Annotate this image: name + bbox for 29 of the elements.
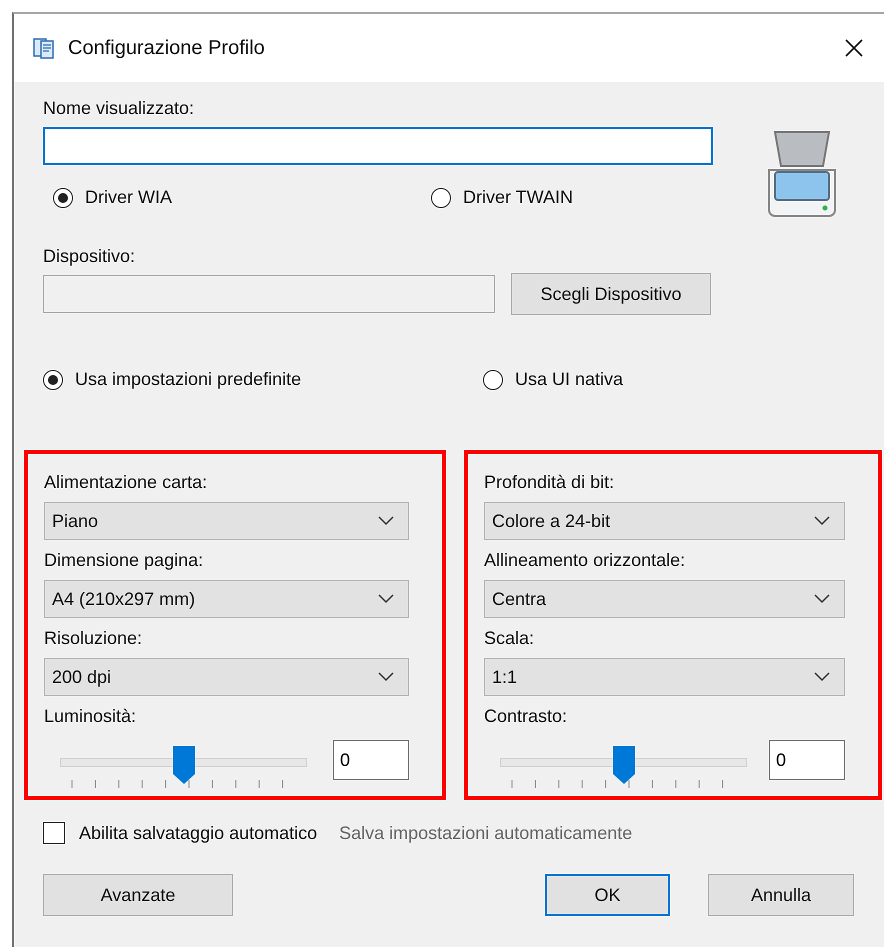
field-label: Dimensione pagina: — [44, 550, 204, 572]
field-label: Dispositivo: — [43, 246, 136, 267]
field-label: Contrasto: — [484, 706, 568, 728]
radio-option[interactable]: Usa UI nativa — [483, 369, 884, 390]
field-label: Luminosità: — [44, 706, 138, 728]
dropdown[interactable]: Centra — [484, 580, 845, 618]
field-label: Alimentazione carta: — [44, 472, 208, 494]
dropdown[interactable]: 200 dpi — [44, 658, 409, 696]
hint-text: Salva impostazioni automaticamente — [339, 822, 632, 844]
radio-option[interactable]: Usa impostazioni predefinite — [43, 369, 483, 390]
field-label: Allineamento orizzontale: — [484, 550, 686, 572]
dialog-button[interactable]: Avanzate — [43, 874, 233, 916]
field-label: Scala: — [484, 628, 536, 650]
dialog-button[interactable]: Annulla — [708, 874, 854, 916]
number-input-field[interactable]: 0 — [333, 740, 409, 780]
choose-device-button[interactable]: Scegli Dispositivo — [511, 273, 711, 315]
dropdown[interactable]: 1:1 — [484, 658, 845, 696]
window-title: Configurazione Profilo — [68, 36, 265, 60]
field-label: Profondità di bit: — [484, 472, 616, 494]
radio-option[interactable]: Driver WIA — [53, 187, 431, 208]
checkbox-option[interactable]: Abilita salvataggio automatico — [43, 822, 318, 844]
radio-option[interactable]: Driver TWAIN — [431, 187, 713, 208]
dialog-button[interactable]: OK — [545, 874, 670, 916]
field-label: Nome visualizzato: — [43, 98, 196, 119]
dropdown[interactable]: A4 (210x297 mm) — [44, 580, 409, 618]
number-input-field[interactable]: 0 — [769, 740, 845, 780]
dropdown[interactable]: Piano — [44, 502, 409, 540]
dropdown[interactable]: Colore a 24-bit — [484, 502, 845, 540]
field-label: Risoluzione: — [44, 628, 144, 650]
